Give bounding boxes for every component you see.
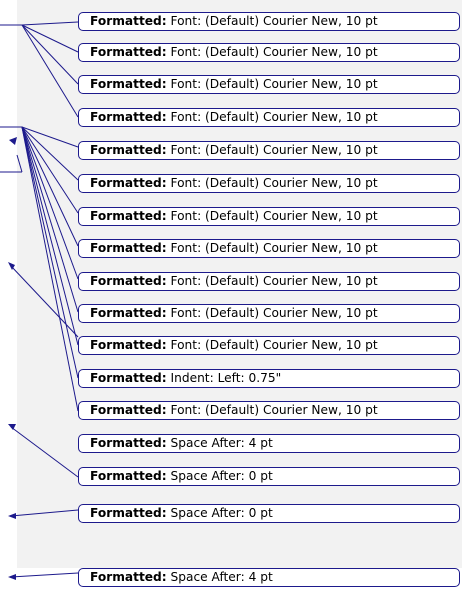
comment-balloon[interactable]: Formatted: Font: (Default) Courier New, … [78,174,460,193]
comment-balloon[interactable]: Formatted: Font: (Default) Courier New, … [78,207,460,226]
balloon-label: Formatted: [90,143,167,157]
balloon-text: Font: (Default) Courier New, 10 pt [166,77,378,91]
balloon-label: Formatted: [90,371,167,385]
comment-balloon[interactable]: Formatted: Font: (Default) Courier New, … [78,272,460,291]
leader-line [16,154,23,173]
comment-balloon[interactable]: Formatted: Space After: 0 pt [78,504,460,523]
balloon-label: Formatted: [90,469,167,483]
balloon-text: Font: (Default) Courier New, 10 pt [166,274,378,288]
leader-line [21,126,79,379]
comment-balloon[interactable]: Formatted: Space After: 0 pt [78,467,460,486]
balloon-label: Formatted: [90,306,167,320]
leader-arrowhead [8,574,16,580]
comment-balloon[interactable]: Formatted: Font: (Default) Courier New, … [78,304,460,323]
balloon-text: Space After: 4 pt [166,436,273,450]
comment-balloon[interactable]: Formatted: Font: (Default) Courier New, … [78,108,460,127]
balloon-text: Font: (Default) Courier New, 10 pt [166,14,378,28]
balloon-text: Space After: 0 pt [166,506,273,520]
balloon-label: Formatted: [90,241,167,255]
leader-line [10,265,79,338]
balloon-text: Indent: Left: 0.75" [166,371,282,385]
balloon-text: Font: (Default) Courier New, 10 pt [166,45,378,59]
leader-line [21,126,79,247]
balloon-text: Space After: 0 pt [166,469,273,483]
leader-line [21,24,79,85]
balloon-label: Formatted: [90,176,167,190]
balloon-label: Formatted: [90,436,167,450]
balloon-label: Formatted: [90,274,167,288]
comment-balloon[interactable]: Formatted: Font: (Default) Courier New, … [78,336,460,355]
comment-balloon[interactable]: Formatted: Font: (Default) Courier New, … [78,401,460,420]
leader-line [21,21,79,26]
balloon-text: Font: (Default) Courier New, 10 pt [166,110,378,124]
comment-balloon[interactable]: Formatted: Font: (Default) Courier New, … [78,75,460,94]
comment-balloon[interactable]: Formatted: Font: (Default) Courier New, … [78,239,460,258]
balloon-text: Font: (Default) Courier New, 10 pt [166,338,378,352]
balloon-text: Font: (Default) Courier New, 10 pt [166,403,378,417]
leader-line [10,572,79,578]
balloon-label: Formatted: [90,403,167,417]
balloon-text: Font: (Default) Courier New, 10 pt [166,209,378,223]
leader-line [21,126,79,280]
comment-balloon[interactable]: Formatted: Font: (Default) Courier New, … [78,43,460,62]
balloon-label: Formatted: [90,209,167,223]
leader-arrowhead [8,424,16,430]
leader-arrowhead [9,137,17,145]
leader-arrowhead [8,513,16,519]
balloon-label: Formatted: [90,77,167,91]
balloon-label: Formatted: [90,14,167,28]
leader-line [21,126,79,346]
leader-line [10,509,79,517]
balloon-text: Space After: 4 pt [166,570,273,584]
balloon-text: Font: (Default) Courier New, 10 pt [166,306,378,320]
comment-balloon[interactable]: Formatted: Space After: 4 pt [78,568,460,587]
balloon-label: Formatted: [90,45,167,59]
balloon-label: Formatted: [90,338,167,352]
balloon-label: Formatted: [90,110,167,124]
balloon-label: Formatted: [90,506,167,520]
comment-balloon[interactable]: Formatted: Font: (Default) Courier New, … [78,141,460,160]
comment-balloon[interactable]: Formatted: Font: (Default) Courier New, … [78,12,460,31]
balloon-label: Formatted: [90,570,167,584]
comment-balloon[interactable]: Formatted: Indent: Left: 0.75" [78,369,460,388]
balloon-text: Font: (Default) Courier New, 10 pt [166,241,378,255]
leader-line [10,426,79,478]
balloon-text: Font: (Default) Courier New, 10 pt [166,143,378,157]
balloon-text: Font: (Default) Courier New, 10 pt [166,176,378,190]
comment-balloon[interactable]: Formatted: Space After: 4 pt [78,434,460,453]
leader-line [21,126,79,313]
